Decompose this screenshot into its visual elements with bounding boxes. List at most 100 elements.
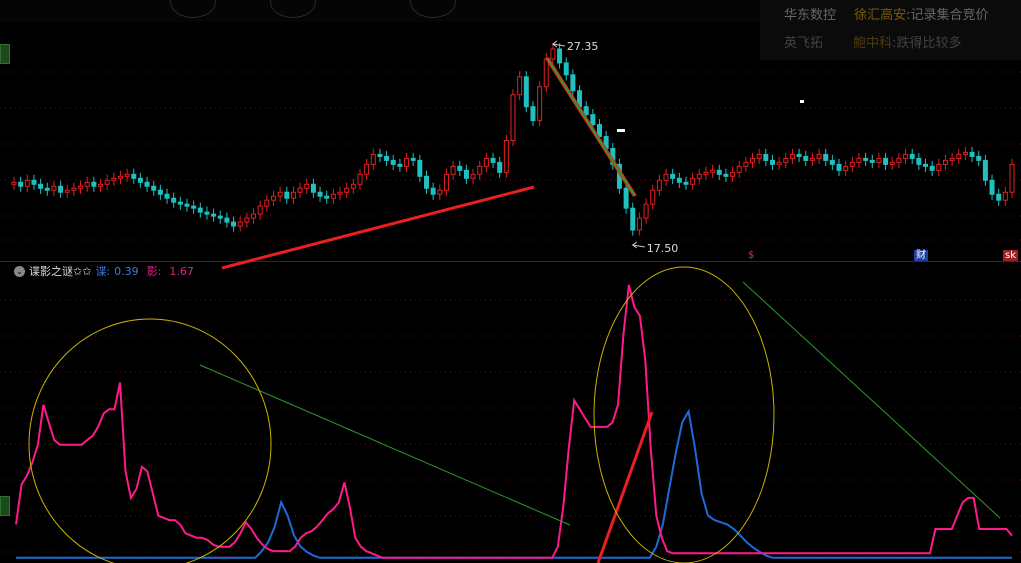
news-panel[interactable]: 华东数控 徐汇高安:记录集合竞价 英飞拓 鲍中科:跌得比较多 — [760, 0, 1021, 60]
candle-body — [450, 165, 456, 175]
candle-body — [710, 169, 716, 173]
candle — [696, 168, 702, 184]
candle — [457, 160, 463, 176]
candle — [730, 166, 736, 182]
candle — [51, 180, 57, 196]
news-item[interactable]: 英飞拓 鲍中科:跌得比较多 — [784, 32, 962, 51]
candle-body — [1009, 163, 1015, 193]
candle — [84, 176, 90, 192]
candle-body — [197, 207, 203, 213]
candle-body — [676, 177, 682, 183]
candle-body — [756, 153, 762, 159]
candle-body — [763, 153, 769, 161]
candle — [783, 152, 789, 168]
candle — [929, 160, 935, 176]
candle-body — [936, 163, 942, 171]
candle — [357, 168, 363, 190]
candle — [903, 148, 909, 164]
candle — [816, 148, 822, 164]
candle-body — [809, 157, 815, 161]
candle-body — [550, 48, 556, 60]
pane-tool-button[interactable] — [0, 44, 10, 64]
candle-body — [470, 173, 476, 179]
candle — [450, 160, 456, 180]
candle — [849, 156, 855, 172]
candle — [517, 71, 523, 101]
candle — [78, 180, 84, 194]
indicator-k1-value: 0.39 — [114, 264, 139, 278]
candle-body — [78, 185, 84, 189]
candle — [976, 150, 982, 166]
candle-body — [257, 205, 263, 215]
candle-body — [191, 205, 197, 209]
candle-body — [769, 159, 775, 165]
candle — [676, 172, 682, 188]
candle — [31, 174, 37, 190]
news-item[interactable]: 华东数控 徐汇高安:记录集合竞价 — [784, 4, 989, 23]
news-company: 英飞拓 — [784, 36, 824, 51]
candle — [470, 168, 476, 184]
candle-body — [863, 157, 869, 161]
candle — [670, 168, 676, 184]
candle-body — [523, 76, 529, 108]
candle-body — [1002, 191, 1008, 201]
trend-line-red — [221, 185, 535, 270]
candle — [956, 148, 962, 164]
candle-body — [650, 189, 656, 205]
candle — [424, 170, 430, 194]
candle-body — [563, 62, 569, 76]
candle-body — [377, 153, 383, 157]
candle — [211, 208, 217, 222]
candle-body — [716, 169, 722, 175]
candle-body — [949, 157, 955, 161]
candle-body — [643, 203, 649, 219]
event-marker-finance[interactable]: 财 — [914, 250, 928, 261]
candle-body — [636, 217, 642, 231]
candle-body — [177, 201, 183, 205]
candle — [736, 160, 742, 178]
candle — [364, 158, 370, 180]
candle — [1002, 186, 1008, 206]
candle — [756, 148, 762, 164]
candle-body — [224, 217, 230, 223]
candle-body — [44, 187, 50, 191]
candle-body — [962, 151, 968, 155]
candle — [477, 160, 483, 180]
candle — [936, 158, 942, 176]
candle — [397, 158, 403, 172]
candle — [949, 152, 955, 166]
indicator-series-line — [15, 284, 1013, 559]
candle — [290, 186, 296, 204]
candle-body — [11, 181, 17, 185]
candle — [24, 174, 30, 192]
candle-body — [124, 173, 130, 177]
candle — [750, 152, 756, 168]
candle — [344, 182, 350, 198]
candle — [224, 212, 230, 228]
candle-body — [703, 171, 709, 175]
candle — [38, 178, 44, 194]
candle-body — [297, 187, 303, 193]
chart-canvas: 27.35 17.50 — [0, 40, 1021, 563]
candle — [723, 168, 729, 182]
candle-body — [796, 153, 802, 157]
candle-body — [317, 191, 323, 197]
candle — [557, 43, 563, 69]
candle-body — [211, 213, 217, 217]
pane-tool-button[interactable] — [0, 496, 10, 516]
candle — [503, 134, 509, 178]
candle-body — [111, 177, 117, 181]
candle — [104, 174, 110, 190]
chevron-down-icon[interactable]: ⌄ — [14, 265, 25, 277]
candle — [643, 198, 649, 224]
candle-body — [789, 153, 795, 159]
candle — [443, 168, 449, 196]
candle-body — [663, 173, 669, 181]
event-marker-dollar[interactable]: $ — [746, 250, 756, 261]
candle-body — [530, 106, 536, 122]
candle-body — [623, 187, 629, 209]
candle — [164, 188, 170, 204]
candle-body — [424, 175, 430, 189]
event-marker-sk[interactable]: sk — [1003, 250, 1019, 261]
candle-body — [989, 179, 995, 195]
